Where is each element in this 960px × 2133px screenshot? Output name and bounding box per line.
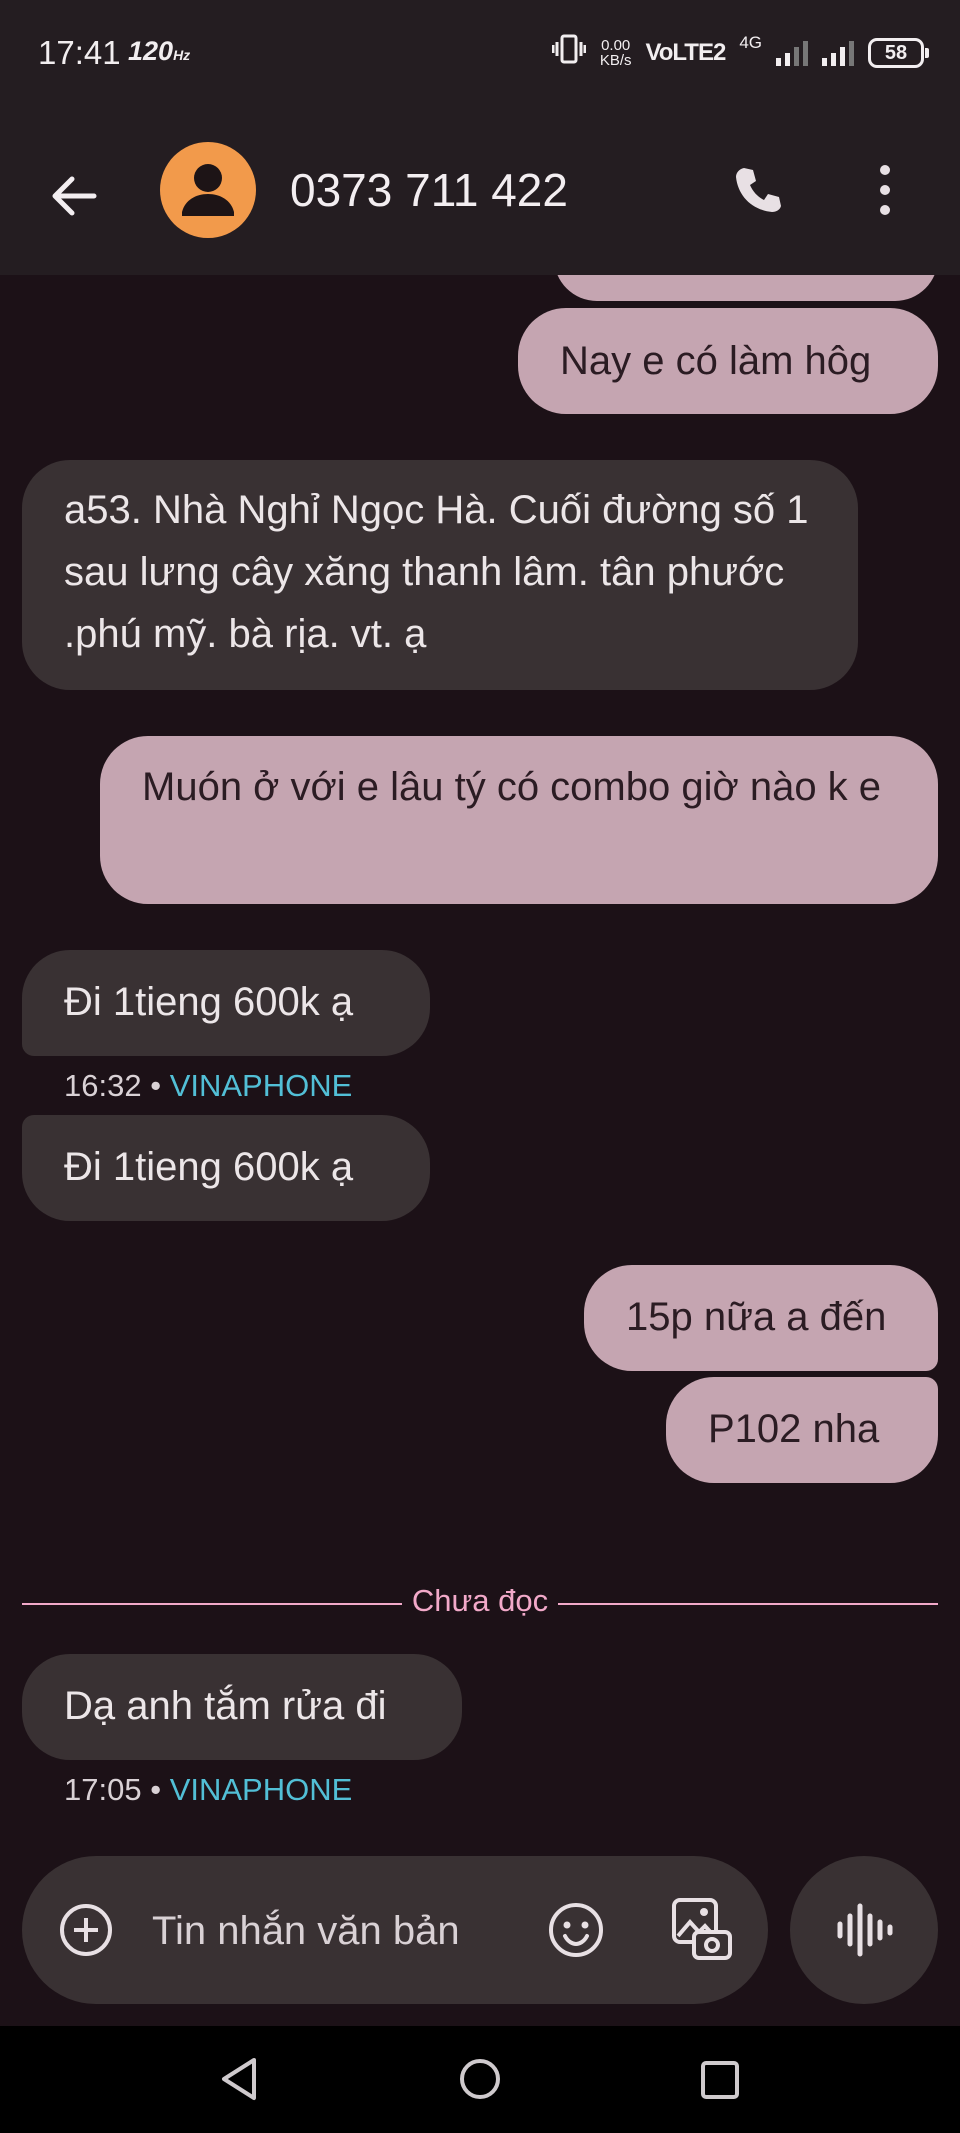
contact-name[interactable]: 0373 711 422 [290,163,568,217]
phone-icon [736,168,781,212]
avatar[interactable] [160,142,256,238]
message-meta: 16:32 • VINAPHONE [64,1068,353,1103]
nav-back-button[interactable] [216,2054,262,2104]
message-bubble-incoming[interactable]: a53. Nhà Nghỉ Ngọc Hà. Cuối đường số 1 s… [22,460,858,690]
message-bubble-incoming[interactable]: Đi 1tieng 600k ạ [22,950,430,1056]
message-bubble-incoming[interactable]: Dạ anh tắm rửa đi [22,1654,462,1760]
status-bar: 17:41 120Hz 0.00 KB/s VoLTE2 4G 58 [0,0,960,110]
signal-icon [776,40,808,66]
conversation-header: 0373 711 422 [0,110,960,275]
message-composer [22,1856,768,2004]
battery-icon: 58 [868,37,929,68]
message-input[interactable] [150,1902,554,1960]
sim-label: VINAPHONE [169,1772,353,1807]
more-vert-icon [880,165,890,215]
voice-icon [837,1903,893,1957]
message-meta: 17:05 • VINAPHONE [64,1772,353,1807]
nav-recents-icon [701,2061,739,2099]
status-time: 17:41 [38,34,121,71]
message-bubble-outgoing[interactable]: Muón ở với e lâu tý có combo giờ nào k e [100,736,938,904]
gallery-icon [672,1898,732,1960]
add-circle-icon [60,1904,112,1956]
back-arrow-icon [52,176,97,216]
message-bubble-outgoing[interactable]: P102 nha [666,1377,938,1483]
nav-back-icon [222,2058,256,2100]
nav-home-icon [460,2059,500,2099]
unread-label: Chưa đọc [411,1583,549,1618]
signal-icon [822,40,854,66]
message-bubble-incoming[interactable]: Đi 1tieng 600k ạ [22,1115,430,1221]
person-icon [182,164,234,216]
back-button[interactable] [44,166,104,226]
sim-label: VINAPHONE [169,1068,353,1103]
message-bubble-outgoing[interactable]: Nay e có làm hôg [518,308,938,414]
call-button[interactable] [730,162,786,218]
refresh-rate-indicator: 120Hz [128,36,191,66]
network-speed: 0.00 KB/s [599,36,632,69]
system-navigation-bar [0,2026,960,2133]
vibrate-icon [551,32,587,73]
attach-button[interactable] [58,1902,114,1958]
message-timestamp: 17:05 [64,1772,142,1807]
voice-message-button[interactable] [790,1856,938,2004]
message-bubble-outgoing[interactable]: 15p nữa a đến [584,1265,938,1371]
message-thread[interactable]: Nay e có làm hôg a53. Nhà Nghỉ Ngọc Hà. … [0,275,960,1855]
volte-indicator: VoLTE2 [645,38,727,66]
more-options-button[interactable] [868,162,902,218]
message-bubble-partial[interactable] [554,275,938,301]
gallery-button[interactable] [670,1896,734,1962]
unread-divider: Chưa đọc [22,1583,938,1623]
message-timestamp: 16:32 [64,1068,142,1103]
emoji-icon [549,1903,603,1957]
nav-home-button[interactable] [458,2054,502,2104]
emoji-button[interactable] [546,1900,606,1960]
network-type: 4G [739,32,762,52]
status-icons: 0.00 KB/s VoLTE2 4G 58 [551,32,929,73]
nav-recents-button[interactable] [698,2058,742,2102]
